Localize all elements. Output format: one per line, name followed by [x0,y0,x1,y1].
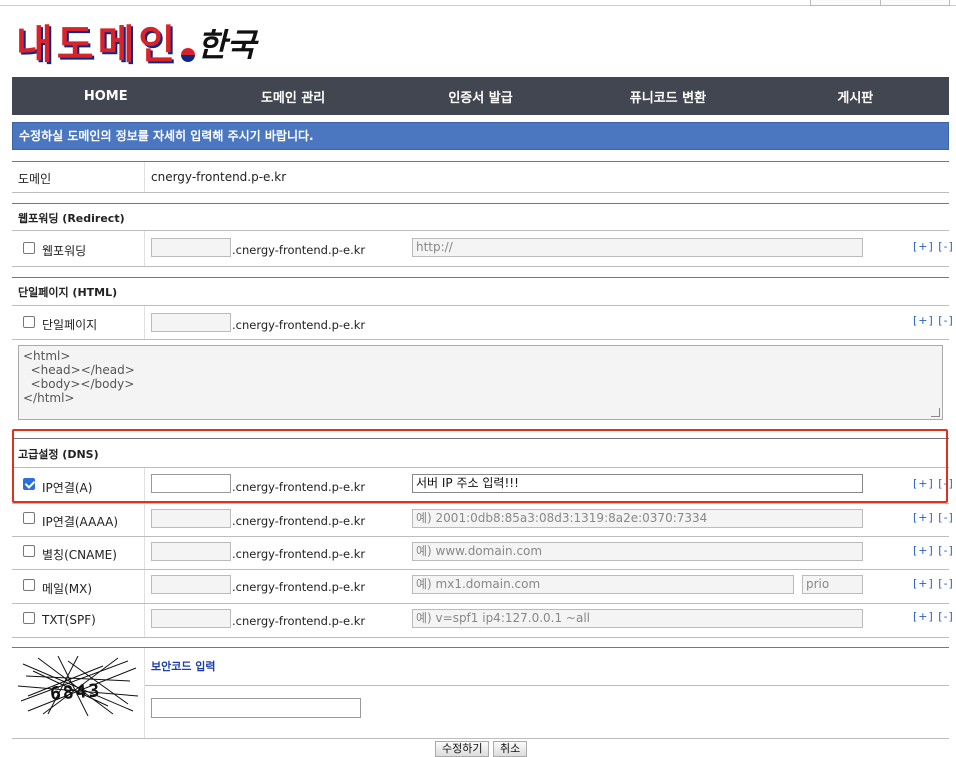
nav-home[interactable]: HOME [12,89,199,104]
column-divider [144,162,145,192]
redirect-add-remove[interactable]: [+] [-] [913,240,954,253]
dns-cname-subdomain-input[interactable] [151,542,231,561]
dns-mx-domain-suffix: .cnergy-frontend.p-e.kr [232,580,366,594]
dns-aaaa-label: IP연결(AAAA) [42,515,119,529]
dns-txt-add-remove[interactable]: [+] [-] [913,610,954,623]
divider [12,161,949,162]
html-checkbox[interactable] [23,316,35,328]
dns-txt-subdomain-input[interactable] [151,609,231,628]
divider [12,738,949,739]
dns-mx-add-remove[interactable]: [+] [-] [913,577,954,590]
nav-domain-manage[interactable]: 도메인 관리 [199,87,386,106]
dns-cname-domain-suffix: .cnergy-frontend.p-e.kr [232,547,366,561]
dns-mx-checkbox[interactable] [23,579,35,591]
dns-aaaa-value-input[interactable]: 예) 2001:0db8:85a3:08d3:1319:8a2e:0370:73… [412,509,863,528]
html-subdomain-input[interactable] [151,313,231,332]
dns-mx-value-input[interactable]: 예) mx1.domain.com [412,575,794,594]
divider [12,266,949,267]
divider [12,569,949,570]
top-tab-right[interactable] [880,0,950,6]
notice-banner: 수정하실 도메인의 정보를 자세히 입력해 주시기 바랍니다. [12,122,949,150]
resize-grip-icon[interactable] [931,408,940,417]
divider [12,192,949,193]
divider [12,339,949,340]
dns-highlight-box [12,429,948,503]
redirect-section-title: 웹포워딩 (Redirect) [18,212,125,225]
dns-cname-label: 별칭(CNAME) [42,548,117,562]
dns-mx-label: 메일(MX) [42,582,93,596]
nav-punycode[interactable]: 퓨니코드 변환 [574,87,761,106]
dns-mx-subdomain-input[interactable] [151,575,231,594]
dns-cname-value-input[interactable]: 예) www.domain.com [412,542,863,561]
captcha-text: 6843 [49,680,103,705]
logo-name: 내도메인 [16,21,180,68]
html-add-remove[interactable]: [+] [-] [913,314,954,327]
column-divider [144,306,145,339]
security-code-label: 보안코드 입력 [151,660,216,673]
domain-label: 도메인 [18,172,52,186]
divider [145,685,949,686]
dns-txt-value-input[interactable]: 예) v=spf1 ip4:127.0.0.1 ~all [412,609,863,628]
redirect-domain-suffix: .cnergy-frontend.p-e.kr [232,243,366,257]
domain-value: cnergy-frontend.p-e.kr [151,170,287,184]
logo-tld: 한국 [197,26,257,64]
divider [12,603,949,604]
divider [12,305,949,306]
divider [12,203,949,204]
dns-mx-prio-input[interactable]: prio [802,575,863,594]
redirect-url-input[interactable]: http:// [412,238,863,257]
redirect-subdomain-input[interactable] [151,238,231,257]
html-domain-suffix: .cnergy-frontend.p-e.kr [232,318,366,332]
dns-cname-add-remove[interactable]: [+] [-] [913,544,954,557]
captcha-image: 6843 [17,655,140,717]
dns-txt-label: TXT(SPF) [42,613,96,627]
dns-cname-checkbox[interactable] [23,545,35,557]
divider [12,637,949,638]
divider [12,503,949,504]
redirect-checkbox[interactable] [23,242,35,254]
column-divider [144,648,145,738]
security-code-input[interactable] [151,698,361,718]
divider [12,536,949,537]
dns-aaaa-add-remove[interactable]: [+] [-] [913,511,954,524]
nav-certificate[interactable]: 인증서 발급 [387,87,574,106]
cancel-button[interactable]: 취소 [493,741,528,757]
redirect-label: 웹포워딩 [42,244,87,258]
dns-aaaa-checkbox[interactable] [23,512,35,524]
dns-txt-domain-suffix: .cnergy-frontend.p-e.kr [232,614,366,628]
site-logo[interactable]: 내도메인 한국 [16,22,256,68]
submit-button[interactable]: 수정하기 [435,741,490,757]
html-content-textarea[interactable]: <html> <head></head> <body></body> </htm… [18,345,943,420]
divider [12,647,949,648]
nav-board[interactable]: 게시판 [762,87,949,106]
logo-dot-icon [181,48,196,62]
top-tab-left[interactable] [810,0,882,6]
html-section-title: 단일페이지 (HTML) [18,286,118,299]
html-label: 단일페이지 [42,318,98,332]
main-nav: HOME 도메인 관리 인증서 발급 퓨니코드 변환 게시판 [12,77,949,115]
dns-aaaa-subdomain-input[interactable] [151,509,231,528]
divider [12,277,949,278]
dns-txt-checkbox[interactable] [23,612,35,624]
dns-aaaa-domain-suffix: .cnergy-frontend.p-e.kr [232,514,366,528]
divider [12,230,949,231]
column-divider [144,231,145,266]
html-content-text: <html> <head></head> <body></body> </htm… [23,349,135,405]
